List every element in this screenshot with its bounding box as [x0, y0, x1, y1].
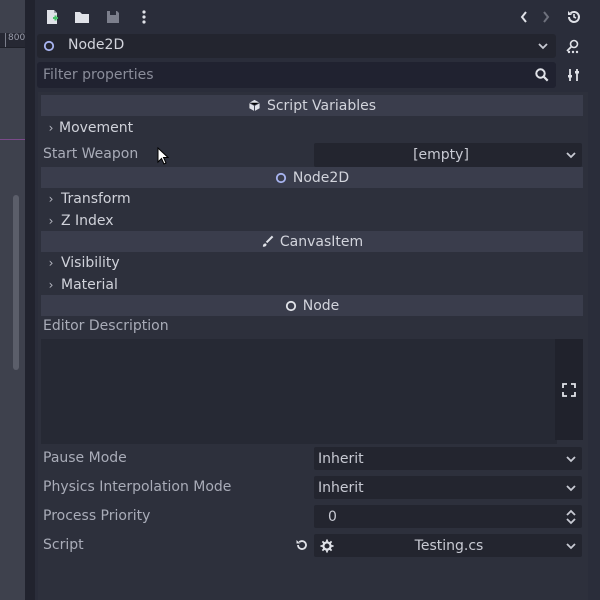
ruler-tick: [5, 33, 6, 47]
chevron-right-icon[interactable]: [537, 7, 555, 27]
physics-interpolation-mode-value: Inherit: [318, 479, 364, 496]
physics-interpolation-mode-label: Physics Interpolation Mode: [43, 479, 232, 495]
start-weapon-label: Start Weapon: [43, 146, 139, 162]
folder-open-icon[interactable]: [72, 7, 92, 27]
chevron-down-icon: [564, 452, 578, 466]
section-node2d: Node2D: [41, 167, 583, 188]
editor-description-box: [41, 339, 583, 444]
node-icon: [285, 300, 297, 312]
filter-properties-input[interactable]: [43, 66, 523, 84]
group-material[interactable]: › Material: [41, 274, 583, 295]
group-label: Material: [61, 276, 118, 293]
chevron-right-icon: ›: [48, 120, 54, 135]
process-priority-value: 0: [328, 508, 337, 525]
new-file-icon[interactable]: [42, 7, 62, 27]
updown-icon[interactable]: [564, 509, 578, 524]
object-selector-label: Node2D: [68, 37, 125, 53]
expand-editor-button[interactable]: [555, 339, 583, 440]
section-title: Node2D: [292, 169, 350, 186]
revert-icon[interactable]: [294, 537, 310, 553]
history-icon[interactable]: [564, 7, 584, 27]
viewport-guide-line: [0, 139, 25, 140]
section-canvas-item: CanvasItem: [41, 231, 583, 252]
chevron-right-icon: ›: [48, 255, 54, 270]
section-title: Node: [302, 297, 340, 314]
editor-description-textarea[interactable]: [41, 339, 557, 444]
mouse-cursor-icon: [157, 146, 170, 169]
group-label: Z Index: [61, 212, 114, 229]
group-label: Visibility: [61, 254, 120, 271]
script-value: Testing.cs: [414, 537, 484, 554]
chevron-left-icon[interactable]: [515, 7, 533, 27]
physics-interpolation-mode-select[interactable]: Inherit: [314, 476, 582, 499]
cube-icon: [248, 99, 261, 112]
save-icon[interactable]: [103, 7, 123, 27]
object-selector[interactable]: Node2D: [37, 34, 556, 58]
node2d-icon: [275, 172, 287, 184]
filter-bar: [37, 62, 556, 88]
ruler-label: 800: [8, 33, 26, 43]
chevron-down-icon: [564, 481, 578, 495]
section-node: Node: [41, 295, 583, 316]
process-priority-label: Process Priority: [43, 508, 151, 524]
script-resource-picker[interactable]: Testing.cs: [314, 534, 582, 557]
group-label: Movement: [59, 119, 134, 136]
pause-mode-select[interactable]: Inherit: [314, 447, 582, 470]
group-visibility[interactable]: › Visibility: [41, 252, 583, 273]
chevron-right-icon: ›: [48, 191, 54, 206]
section-title: CanvasItem: [279, 233, 364, 250]
script-gear-icon: [320, 539, 334, 553]
start-weapon-field[interactable]: [empty]: [314, 143, 582, 167]
section-script-variables: Script Variables: [41, 95, 583, 116]
chevron-down-icon: [564, 539, 578, 553]
start-weapon-value: [empty]: [413, 147, 469, 163]
process-priority-spinbox[interactable]: 0: [314, 505, 582, 528]
chevron-right-icon: ›: [48, 277, 54, 292]
section-title: Script Variables: [266, 97, 377, 114]
search-icon: [534, 67, 550, 83]
pause-mode-value: Inherit: [318, 450, 364, 467]
expand-icon: [562, 382, 576, 397]
chevron-down-icon: [536, 39, 550, 53]
editor-description-label: Editor Description: [43, 318, 169, 334]
group-z-index[interactable]: › Z Index: [41, 210, 583, 231]
kebab-menu-icon[interactable]: [134, 7, 154, 27]
node2d-icon: [43, 40, 55, 52]
panel-divider[interactable]: [25, 0, 35, 600]
chevron-down-icon: [564, 148, 578, 162]
viewport-scrollbar[interactable]: [13, 195, 19, 370]
group-movement[interactable]: › Movement: [41, 117, 583, 138]
chevron-right-icon: ›: [48, 213, 54, 228]
script-label: Script: [43, 537, 84, 553]
inspector-options-icon[interactable]: [564, 65, 584, 85]
pause-mode-label: Pause Mode: [43, 450, 127, 466]
group-label: Transform: [61, 190, 131, 207]
group-transform[interactable]: › Transform: [41, 188, 583, 209]
brush-icon: [261, 235, 274, 248]
object-properties-icon[interactable]: [563, 36, 583, 56]
